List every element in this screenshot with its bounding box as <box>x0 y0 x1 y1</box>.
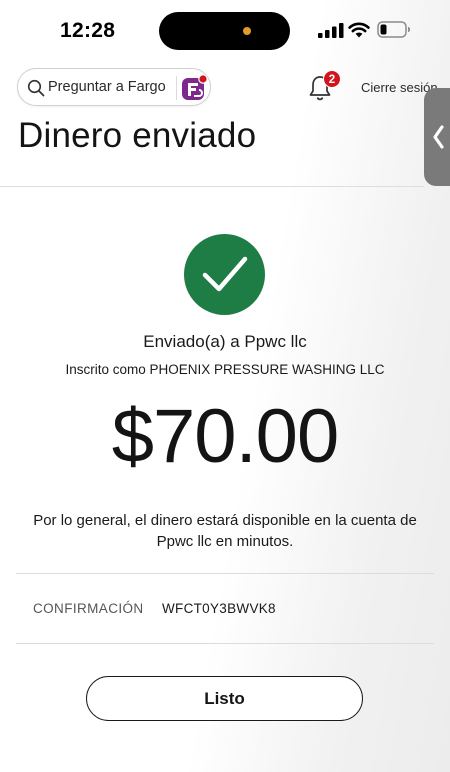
signal-icon <box>318 23 344 38</box>
confirmation-label: CONFIRMACIÓN <box>33 601 144 616</box>
title-divider <box>0 186 424 187</box>
dynamic-island <box>159 12 290 50</box>
enrolled-name-text: Inscrito como PHOENIX PRESSURE WASHING L… <box>65 362 385 377</box>
search-icon <box>27 79 45 97</box>
notifications-badge: 2 <box>323 70 341 88</box>
chevron-left-icon <box>433 125 444 149</box>
divider <box>16 643 434 644</box>
divider <box>16 573 434 574</box>
page-title: Dinero enviado <box>18 116 257 155</box>
battery-icon <box>377 21 410 38</box>
confirmation-code: WFCT0Y3BWVK8 <box>162 601 276 616</box>
status-bar: 12:28 <box>0 0 450 62</box>
camera-indicator-dot <box>243 27 251 35</box>
side-panel-handle[interactable] <box>424 88 450 186</box>
availability-note: Por lo general, el dinero estará disponi… <box>33 512 417 550</box>
search-placeholder: Preguntar a Fargo <box>48 79 166 95</box>
search-divider <box>176 76 177 100</box>
status-time: 12:28 <box>60 19 116 42</box>
done-button[interactable]: Listo <box>86 676 363 721</box>
fargo-assistant-icon[interactable] <box>180 74 208 102</box>
screen: 12:28 Preguntar a Fargo 2 Cierre sesión … <box>0 0 450 772</box>
success-check-icon <box>184 234 265 315</box>
fargo-search-input[interactable]: Preguntar a Fargo <box>17 68 211 106</box>
wifi-icon <box>348 22 370 38</box>
amount-sent: $70.00 <box>111 394 339 479</box>
recipient-text: Enviado(a) a Ppwc llc <box>143 332 307 351</box>
